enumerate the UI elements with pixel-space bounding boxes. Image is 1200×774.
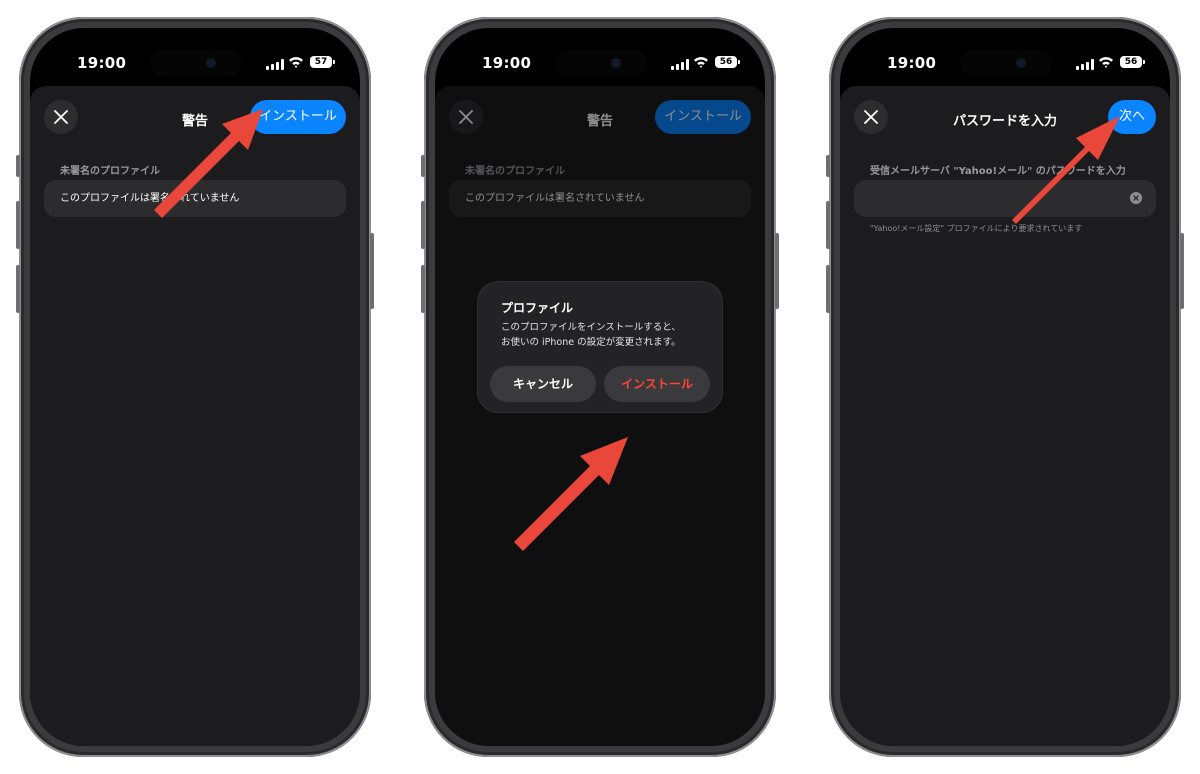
alert-message: このプロファイルをインストールすると、 お使いの iPhone の設定が変更され… <box>501 320 711 350</box>
password-sheet: パスワードを入力 次へ 受信メールサーバ "Yahoo!メール" のパスワードを… <box>840 86 1170 746</box>
nav-bar: 警告 インストール <box>30 86 360 148</box>
alert-title: プロファイル <box>501 301 574 315</box>
status-bar: 19:00 57 <box>30 28 360 86</box>
status-time: 19:00 <box>77 54 127 72</box>
profile-sheet: 警告 インストール 未署名のプロファイル このプロファイルは署名されていません <box>30 86 360 746</box>
battery-icon: 56 <box>715 56 740 68</box>
install-alert: プロファイル このプロファイルをインストールすると、 お使いの iPhone の… <box>478 282 722 412</box>
password-field[interactable] <box>854 180 1156 217</box>
status-bar: 19:00 56 <box>840 28 1170 86</box>
clear-text-icon[interactable] <box>1130 192 1142 204</box>
screen-3: 19:00 56 パスワードを入力 次へ 受信メールサーバ "Yahoo!メール… <box>840 28 1170 746</box>
cellular-signal-icon <box>671 59 689 70</box>
cellular-signal-icon <box>1076 59 1094 70</box>
battery-icon: 56 <box>1120 56 1145 68</box>
status-time: 19:00 <box>482 54 532 72</box>
next-button[interactable]: 次へ <box>1108 100 1156 134</box>
wifi-icon <box>289 57 303 68</box>
confirm-install-button[interactable]: インストール <box>604 366 710 402</box>
section-label: 未署名のプロファイル <box>60 166 160 177</box>
unsigned-profile-cell: このプロファイルは署名されていません <box>44 180 346 217</box>
install-button[interactable]: インストール <box>250 100 346 134</box>
footnote: "Yahoo!メール設定" プロファイルにより要求されています <box>870 224 1083 233</box>
cellular-signal-icon <box>266 59 284 70</box>
status-time: 19:00 <box>887 54 937 72</box>
screen-1: 19:00 57 警告 インストール 未署名のプロファイル このプロファイルは署… <box>30 28 360 746</box>
alert-message-line: このプロファイルをインストールすると、 <box>501 322 681 333</box>
alert-message-line: お使いの iPhone の設定が変更されます。 <box>501 337 681 348</box>
nav-bar: パスワードを入力 次へ <box>840 86 1170 148</box>
screen-2: 19:00 56 警告 インストール 未署名のプロファイル このプロファイルは署… <box>435 28 765 746</box>
dynamic-island <box>555 50 647 76</box>
battery-icon: 57 <box>310 56 335 68</box>
phone-frame-3: 19:00 56 パスワードを入力 次へ 受信メールサーバ "Yahoo!メール… <box>826 17 1184 757</box>
section-label: 受信メールサーバ "Yahoo!メール" のパスワードを入力 <box>870 166 1126 177</box>
dynamic-island <box>150 50 242 76</box>
wifi-icon <box>694 57 708 68</box>
dim-overlay <box>435 86 765 746</box>
wifi-icon <box>1099 57 1113 68</box>
dynamic-island <box>960 50 1052 76</box>
cancel-button[interactable]: キャンセル <box>490 366 596 402</box>
phone-frame-1: 19:00 57 警告 インストール 未署名のプロファイル このプロファイルは署… <box>16 17 374 757</box>
profile-sheet: 警告 インストール 未署名のプロファイル このプロファイルは署名されていません <box>435 86 765 746</box>
status-bar: 19:00 56 <box>435 28 765 86</box>
phone-frame-2: 19:00 56 警告 インストール 未署名のプロファイル このプロファイルは署… <box>421 17 779 757</box>
